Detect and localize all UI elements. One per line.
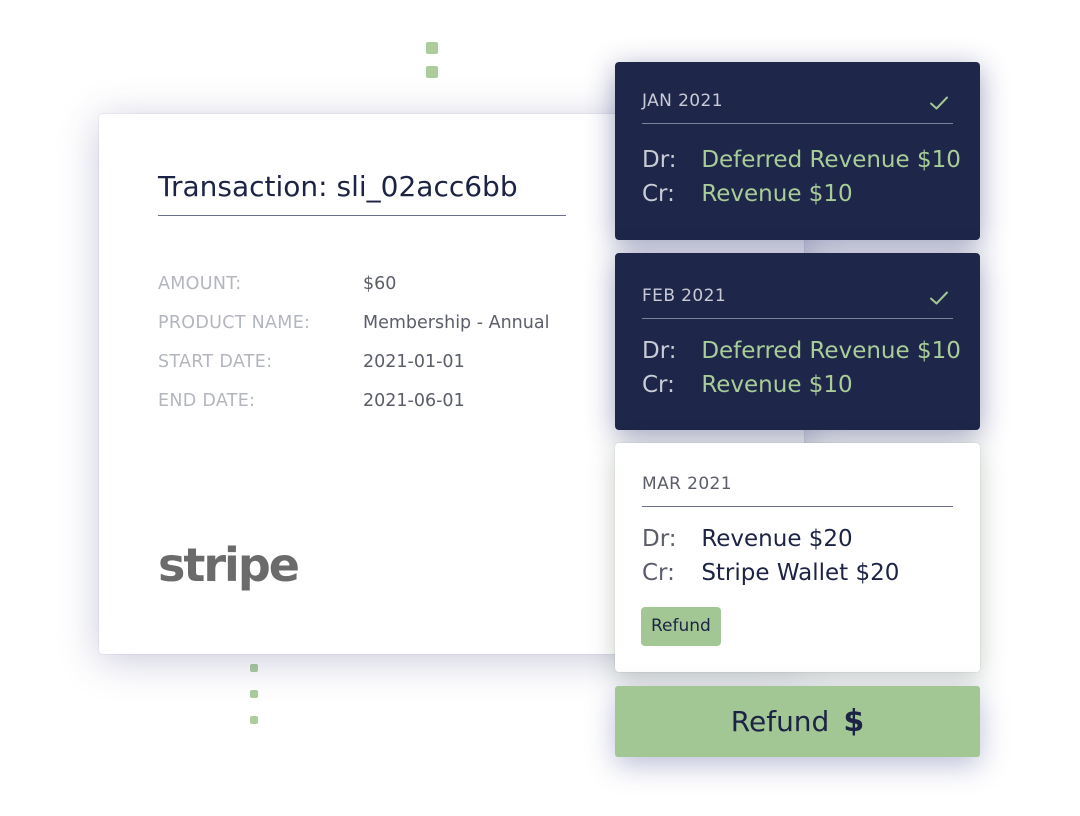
field-value: $60 (363, 274, 397, 294)
field-label: AMOUNT: (158, 274, 242, 294)
field-value: 2021-06-01 (363, 391, 465, 411)
decor-dot (250, 690, 258, 698)
period-header: MAR 2021 (642, 443, 953, 507)
debit-prefix: Dr: (642, 338, 677, 364)
period-card-jan-2021[interactable]: JAN 2021 Dr: Deferred Revenue $10 Cr: Re… (615, 62, 980, 240)
field-value: 2021-01-01 (363, 352, 465, 372)
credit-text: Revenue $10 (701, 181, 853, 207)
decor-dot (426, 66, 438, 78)
period-card-feb-2021[interactable]: FEB 2021 Dr: Deferred Revenue $10 Cr: Re… (615, 253, 980, 430)
debit-prefix: Dr: (642, 147, 677, 173)
period-label: MAR 2021 (642, 474, 732, 494)
field-label: START DATE: (158, 352, 273, 372)
credit-entry: Cr: Stripe Wallet $20 (642, 560, 899, 586)
decor-dot (426, 42, 438, 54)
refund-badge: Refund (641, 607, 721, 646)
period-label: FEB 2021 (642, 286, 727, 306)
refund-button-label: Refund (730, 705, 830, 738)
credit-entry: Cr: Revenue $10 (642, 181, 853, 207)
period-label: JAN 2021 (642, 91, 723, 111)
debit-entry: Dr: Deferred Revenue $10 (642, 338, 961, 364)
field-value: Membership - Annual (363, 313, 550, 333)
decor-dot (250, 716, 258, 724)
credit-entry: Cr: Revenue $10 (642, 372, 853, 398)
field-label: PRODUCT NAME: (158, 313, 311, 333)
credit-prefix: Cr: (642, 372, 675, 398)
credit-text: Stripe Wallet $20 (701, 560, 900, 586)
period-header: FEB 2021 (642, 253, 953, 319)
debit-text: Deferred Revenue $10 (701, 147, 961, 173)
debit-text: Revenue $20 (701, 526, 853, 552)
period-header: JAN 2021 (642, 62, 953, 124)
stripe-logo: stripe (158, 538, 300, 592)
refund-button[interactable]: Refund $ (615, 686, 980, 757)
credit-text: Revenue $10 (701, 372, 853, 398)
decor-dot (250, 664, 258, 672)
debit-prefix: Dr: (642, 526, 677, 552)
debit-text: Deferred Revenue $10 (701, 338, 961, 364)
dollar-icon: $ (843, 704, 865, 739)
check-icon (930, 96, 948, 110)
credit-prefix: Cr: (642, 560, 675, 586)
debit-entry: Dr: Deferred Revenue $10 (642, 147, 961, 173)
check-icon (930, 291, 948, 305)
debit-entry: Dr: Revenue $20 (642, 526, 853, 552)
field-label: END DATE: (158, 391, 256, 411)
transaction-title: Transaction: sli_02acc6bb (158, 170, 566, 216)
credit-prefix: Cr: (642, 181, 675, 207)
period-card-mar-2021[interactable]: MAR 2021 Dr: Revenue $20 Cr: Stripe Wall… (615, 443, 980, 672)
